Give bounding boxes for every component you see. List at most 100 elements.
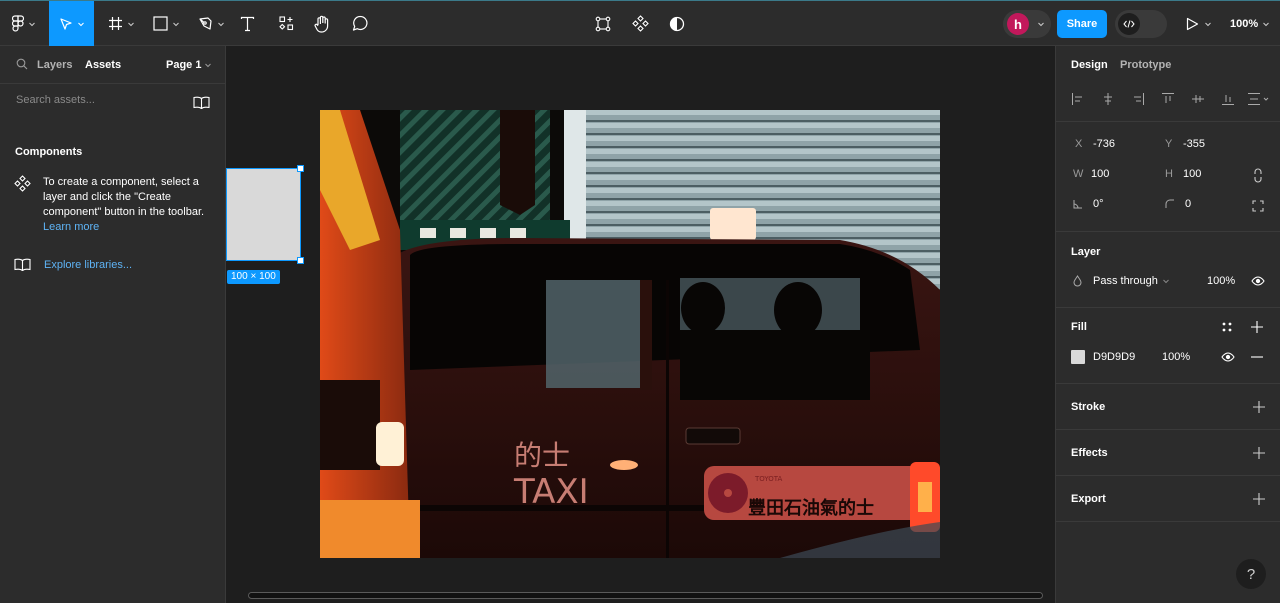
- right-panel: Design Prototype X -736 Y -355 W 100 H 1…: [1055, 46, 1280, 603]
- fill-opacity[interactable]: 100%: [1162, 351, 1190, 363]
- independent-corners-icon[interactable]: [1252, 200, 1264, 212]
- resize-handle-bottom-right[interactable]: [297, 257, 304, 264]
- width-field[interactable]: W 100: [1073, 168, 1109, 180]
- text-tool-button[interactable]: [236, 1, 258, 46]
- user-menu[interactable]: h: [1003, 10, 1051, 38]
- explore-libraries[interactable]: Explore libraries...: [14, 258, 132, 271]
- edit-object-button[interactable]: [592, 1, 614, 46]
- mask-contrast-icon: [669, 16, 685, 31]
- create-component-icon: [631, 15, 649, 32]
- chevron-down-icon: [1263, 22, 1269, 27]
- x-field[interactable]: X -736: [1075, 138, 1115, 150]
- layer-opacity[interactable]: 100%: [1207, 275, 1235, 287]
- chevron-down-icon: [1162, 279, 1169, 284]
- y-field[interactable]: Y -355: [1165, 138, 1205, 150]
- share-button[interactable]: Share: [1057, 10, 1107, 38]
- y-value[interactable]: -355: [1183, 138, 1205, 150]
- stroke-heading: Stroke: [1071, 401, 1106, 413]
- tab-design[interactable]: Design: [1071, 59, 1108, 71]
- eye-icon[interactable]: [1251, 276, 1265, 286]
- distribute-icon[interactable]: [1247, 92, 1271, 106]
- add-stroke-icon[interactable]: [1253, 401, 1265, 413]
- fill-hex-value[interactable]: D9D9D9: [1093, 351, 1135, 363]
- rotation-value[interactable]: 0°: [1093, 198, 1104, 210]
- canvas[interactable]: 100 × 100 的士 TAXI TOYOTA 豐田石油氣的士: [226, 46, 1055, 603]
- tab-layers[interactable]: Layers: [37, 59, 72, 71]
- constrain-proportions-icon[interactable]: [1253, 168, 1263, 183]
- resources-icon: [278, 16, 293, 31]
- w-value[interactable]: 100: [1091, 168, 1109, 180]
- add-fill-icon[interactable]: [1251, 321, 1263, 333]
- add-export-icon[interactable]: [1253, 493, 1265, 505]
- page-selector[interactable]: Page 1: [166, 59, 212, 71]
- tab-prototype[interactable]: Prototype: [1120, 59, 1171, 71]
- learn-more-link[interactable]: Learn more: [43, 220, 213, 235]
- zoom-level: 100%: [1230, 18, 1259, 30]
- rotation-field[interactable]: 0°: [1073, 198, 1104, 210]
- zoom-menu[interactable]: 100%: [1230, 10, 1270, 38]
- corner-radius-value[interactable]: 0: [1185, 198, 1191, 210]
- height-field[interactable]: H 100: [1165, 168, 1201, 180]
- frame-hash-icon: [108, 17, 122, 30]
- component-icon: [14, 175, 31, 192]
- taxi-photo[interactable]: 的士 TAXI TOYOTA 豐田石油氣的士: [320, 110, 940, 558]
- frame-tool-button[interactable]: [104, 1, 138, 46]
- fill-section: Fill D9D9D9 100%: [1056, 308, 1280, 384]
- help-button[interactable]: ?: [1236, 559, 1266, 589]
- align-left-icon[interactable]: [1071, 92, 1085, 106]
- x-value[interactable]: -736: [1093, 138, 1115, 150]
- remove-fill-icon[interactable]: [1251, 356, 1263, 358]
- create-component-button[interactable]: [629, 1, 651, 46]
- resize-handle-top-right[interactable]: [297, 165, 304, 172]
- code-icon: [1123, 20, 1135, 28]
- mask-button[interactable]: [666, 1, 688, 46]
- align-vertical-center-icon[interactable]: [1191, 92, 1205, 106]
- avatar[interactable]: h: [1007, 13, 1029, 35]
- chevron-down-icon: [127, 22, 134, 26]
- explore-libraries-link[interactable]: Explore libraries...: [44, 259, 132, 271]
- w-label: W: [1073, 168, 1084, 180]
- present-button[interactable]: [1186, 10, 1212, 38]
- size-badge: 100 × 100: [227, 270, 280, 284]
- tab-assets[interactable]: Assets: [85, 59, 121, 71]
- move-tool-button[interactable]: [49, 1, 94, 46]
- dev-mode-knob: [1118, 13, 1140, 35]
- style-grid-icon[interactable]: [1222, 322, 1232, 332]
- move-cursor-icon: [59, 17, 72, 30]
- page-selector-label: Page 1: [166, 59, 202, 71]
- chevron-down-icon: [77, 22, 84, 26]
- corner-radius-field[interactable]: 0: [1165, 198, 1191, 210]
- h-label: H: [1165, 168, 1173, 180]
- shape-tool-button[interactable]: [149, 1, 183, 46]
- align-top-icon[interactable]: [1161, 92, 1175, 106]
- blend-mode-select[interactable]: Pass through: [1093, 275, 1170, 287]
- horizontal-scrollbar[interactable]: [248, 592, 1043, 599]
- blend-mode-value: Pass through: [1093, 275, 1158, 287]
- stroke-section: Stroke: [1056, 384, 1280, 430]
- pen-tool-button[interactable]: [194, 1, 228, 46]
- fill-color-swatch[interactable]: [1071, 350, 1085, 364]
- align-right-icon[interactable]: [1131, 92, 1145, 106]
- main-menu-button[interactable]: [0, 1, 48, 46]
- chevron-down-icon: [217, 22, 224, 26]
- library-book-icon[interactable]: [193, 96, 210, 109]
- chevron-down-icon: [29, 22, 35, 26]
- components-help: To create a component, select a layer an…: [14, 175, 213, 235]
- hand-tool-button[interactable]: [309, 1, 335, 46]
- components-heading: Components: [15, 146, 83, 158]
- chevron-down-icon: [1205, 22, 1211, 27]
- figma-logo-icon: [12, 15, 24, 32]
- align-bottom-icon[interactable]: [1221, 92, 1235, 106]
- chevron-down-icon: [205, 63, 212, 68]
- search-icon[interactable]: [16, 58, 28, 70]
- add-effect-icon[interactable]: [1253, 447, 1265, 459]
- resources-tool-button[interactable]: [274, 1, 298, 46]
- comment-tool-button[interactable]: [348, 1, 372, 46]
- eye-icon[interactable]: [1221, 352, 1235, 362]
- search-assets-input[interactable]: [16, 94, 176, 106]
- alignment-toolbar: [1056, 82, 1280, 122]
- selected-rectangle[interactable]: [226, 168, 301, 261]
- h-value[interactable]: 100: [1183, 168, 1201, 180]
- dev-mode-toggle[interactable]: [1115, 10, 1167, 38]
- align-horizontal-center-icon[interactable]: [1101, 92, 1115, 106]
